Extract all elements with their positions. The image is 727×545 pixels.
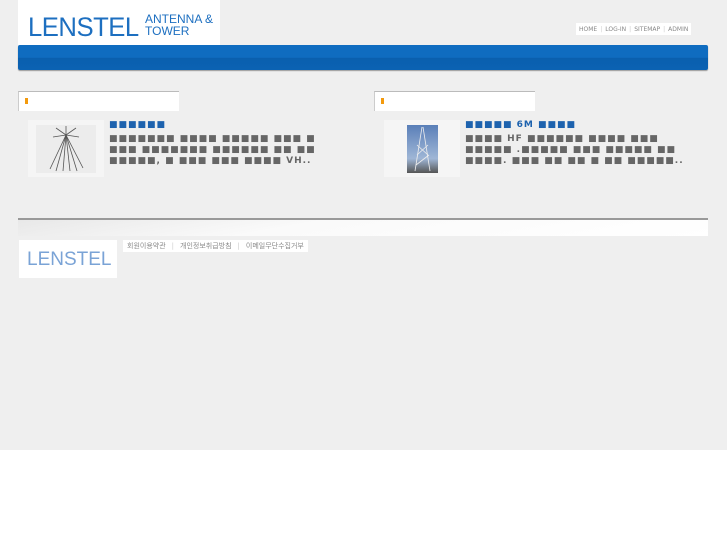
footer-link-privacy[interactable]: 개인정보취급방침 [180,241,232,251]
bullet-icon [381,98,384,104]
logo-subtitle: ANTENNA & TOWER [145,12,214,38]
footer-logo: LENSTEL [19,240,117,278]
product-thumb-antenna[interactable] [28,120,104,177]
main-menu-bar[interactable] [18,45,708,70]
top-nav: HOME | LOG-IN | SITEMAP | ADMIN [576,23,692,35]
section-header-right [374,91,535,111]
product-title[interactable]: ■■■■■ 6M ■■■■ [465,120,576,130]
footer-logo-text: LENSTEL [27,249,112,270]
product-description: ■■■■■■■ ■■■■ ■■■■■ ■■■ ■ ■■■ ■■■■■■■ ■■■… [109,134,316,166]
product-description: ■■■■ HF ■■■■■■ ■■■■ ■■■ ■■■■■ .■■■■■ ■■■… [465,134,684,166]
footer-link-terms[interactable]: 회원이용약관 [127,241,166,251]
nav-sitemap[interactable]: SITEMAP [634,26,660,33]
antenna-image [36,125,96,173]
section-header-left [18,91,179,111]
nav-admin[interactable]: ADMIN [668,26,688,33]
footer-link-email-policy[interactable]: 이메일무단수집거부 [246,241,304,251]
nav-home[interactable]: HOME [579,26,597,33]
logo-brand: LENSTEL [28,12,139,42]
footer-links: 회원이용약관 | 개인정보취급방침 | 이메일무단수집거부 [123,240,308,252]
page-background: LENSTEL ANTENNA & TOWER HOME | LOG-IN | SI… [0,0,727,450]
tower-image [407,125,438,173]
bullet-icon [25,98,28,104]
nav-login[interactable]: LOG-IN [605,26,626,33]
site-logo[interactable]: LENSTEL ANTENNA & TOWER [18,0,220,45]
product-thumb-tower[interactable] [384,120,460,177]
footer-bar [18,220,708,236]
product-title[interactable]: ■■■■■■ [109,120,166,130]
